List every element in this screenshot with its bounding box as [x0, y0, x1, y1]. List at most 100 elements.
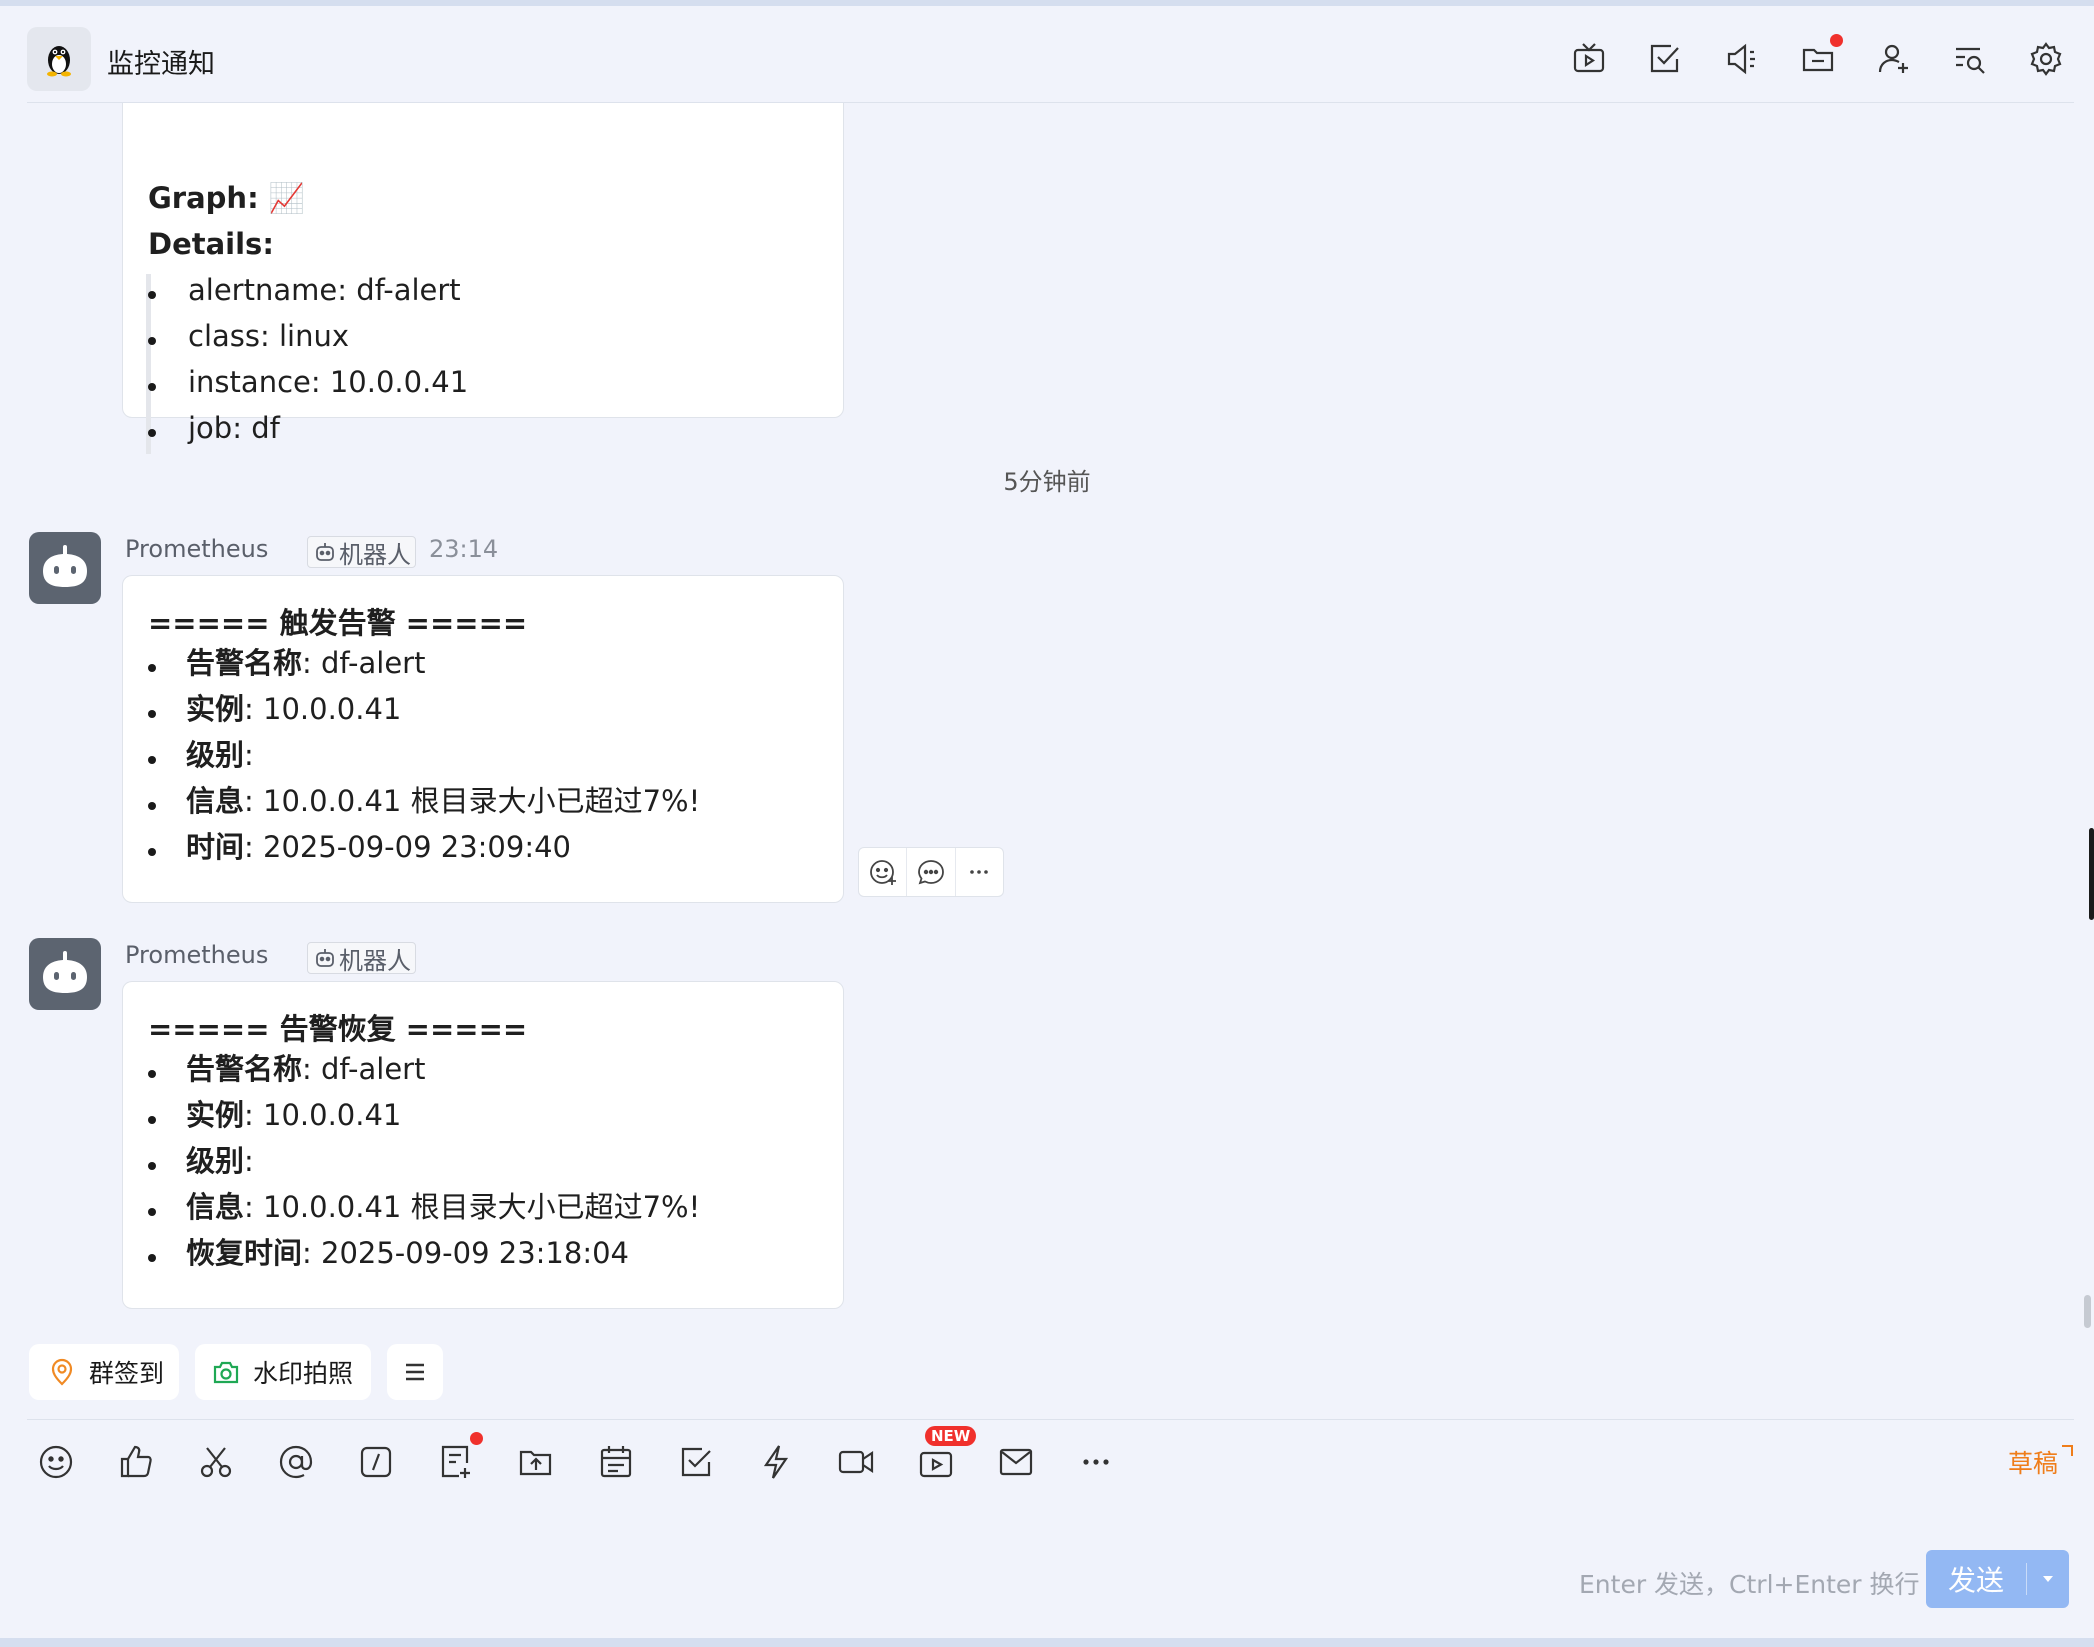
mention-icon[interactable] [276, 1442, 316, 1482]
location-pin-icon [51, 1358, 73, 1386]
bot-tag: 机器人 [307, 942, 416, 975]
bullet [148, 802, 156, 810]
chat-title: 监控通知 [107, 49, 215, 80]
toolbar-divider [27, 1419, 2074, 1420]
field-row: 信息: 10.0.0.41 根目录大小已超过7%! [186, 1188, 700, 1226]
details-label: Details: [148, 227, 274, 261]
detail-item: class: linux [188, 319, 350, 353]
field-key: 信息 [186, 1190, 245, 1224]
field-value: : 10.0.0.41 根目录大小已超过7%! [244, 784, 701, 818]
new-badge: NEW [925, 1426, 977, 1446]
emoji-icon[interactable] [36, 1442, 76, 1482]
bot-avatar[interactable] [29, 938, 101, 1010]
slash-command-icon[interactable] [356, 1442, 396, 1482]
folder-icon[interactable] [1799, 40, 1837, 78]
side-panel-handle[interactable] [2089, 828, 2094, 920]
draft-button[interactable]: 草稿 [2008, 1444, 2074, 1480]
detail-item: instance: 10.0.0.41 [188, 365, 469, 399]
field-key: 告警名称 [186, 1052, 303, 1086]
live-stream-icon[interactable] [916, 1442, 956, 1482]
live-icon[interactable] [1570, 40, 1608, 78]
more-tools-icon[interactable] [1076, 1442, 1116, 1482]
robot-tag-icon [316, 543, 334, 561]
new-doc-icon[interactable] [436, 1442, 476, 1482]
field-key: 告警名称 [186, 646, 303, 680]
field-key: 信息 [186, 784, 245, 818]
upload-file-icon[interactable] [516, 1442, 556, 1482]
announcement-icon[interactable] [1723, 40, 1761, 78]
message-card-firing[interactable]: ===== 触发告警 ===== 告警名称: df-alert 实例: 10.0… [122, 575, 844, 903]
watermark-photo-button[interactable]: 水印拍照 [195, 1344, 371, 1400]
bullet [148, 848, 156, 856]
bullet [148, 291, 156, 299]
add-member-icon[interactable] [1875, 40, 1913, 78]
detail-item: alertname: df-alert [188, 273, 461, 307]
camera-icon [213, 1361, 239, 1384]
sender-name[interactable]: Prometheus [125, 941, 268, 969]
reply-icon[interactable] [907, 848, 956, 896]
message-time: 23:14 [429, 535, 499, 563]
field-row: 级别: [186, 1142, 254, 1180]
search-history-icon[interactable] [1951, 40, 1989, 78]
message-card-resolved[interactable]: ===== 告警恢复 ===== 告警名称: df-alert 实例: 10.0… [122, 981, 844, 1309]
email-icon[interactable] [996, 1442, 1036, 1482]
video-call-icon[interactable] [836, 1442, 876, 1482]
lightning-icon[interactable] [756, 1442, 796, 1482]
field-key: 恢复时间 [186, 1236, 303, 1270]
bullet [148, 1162, 156, 1170]
bullet [148, 756, 156, 764]
checkin-label: 群签到 [89, 1359, 165, 1388]
field-value: : [244, 1144, 254, 1178]
message-heading: ===== 告警恢复 ===== [148, 1012, 528, 1046]
robot-tag-icon [316, 949, 334, 967]
blockquote-bar [146, 274, 151, 454]
watermark-photo-label: 水印拍照 [253, 1359, 354, 1388]
send-button[interactable]: 发送 [1926, 1550, 2069, 1608]
bullet [148, 664, 156, 672]
chart-emoji-icon: 📈 [268, 181, 305, 215]
draft-label: 草稿 [2008, 1449, 2059, 1478]
caret-down-icon [2043, 1576, 2053, 1582]
scrollbar-thumb[interactable] [2084, 1295, 2091, 1328]
more-actions-icon[interactable] [956, 848, 1003, 896]
robot-icon [43, 545, 87, 587]
field-row: 时间: 2025-09-09 23:09:40 [186, 828, 571, 866]
robot-icon [43, 951, 87, 993]
field-key: 实例 [186, 692, 245, 726]
field-value: : 10.0.0.41 根目录大小已超过7%! [244, 1190, 701, 1224]
menu-icon [406, 1363, 424, 1381]
checkin-button[interactable]: 群签到 [29, 1344, 179, 1400]
field-row: 级别: [186, 736, 254, 774]
thumbs-up-icon[interactable] [116, 1442, 156, 1482]
bot-avatar[interactable] [29, 532, 101, 604]
task-icon[interactable] [1646, 40, 1684, 78]
field-row: 实例: 10.0.0.41 [186, 690, 401, 728]
bullet [148, 429, 156, 437]
bullet [148, 383, 156, 391]
bot-tag: 机器人 [307, 536, 416, 569]
send-label: 发送 [1947, 1564, 2004, 1597]
message-list[interactable]: Graph: 📈 Details: alertname: df-alert cl… [0, 103, 2094, 1423]
field-value: : [244, 738, 254, 772]
scissors-icon[interactable] [196, 1442, 236, 1482]
add-reaction-icon[interactable] [859, 848, 908, 896]
todo-icon[interactable] [676, 1442, 716, 1482]
bullet [148, 1116, 156, 1124]
graph-row: Graph: 📈 [148, 179, 305, 217]
send-options-dropdown[interactable] [2027, 1574, 2069, 1584]
bullet [148, 1254, 156, 1262]
bullet [148, 337, 156, 345]
calendar-icon[interactable] [596, 1442, 636, 1482]
penguin-icon [47, 46, 71, 77]
expand-corner-icon [2062, 1445, 2074, 1456]
settings-icon[interactable] [2027, 40, 2065, 78]
field-row: 告警名称: df-alert [186, 644, 425, 682]
sender-name[interactable]: Prometheus [125, 535, 268, 563]
field-value: : 2025-09-09 23:18:04 [302, 1236, 630, 1270]
graph-label: Graph: [148, 181, 259, 215]
new-doc-notification-dot [470, 1432, 483, 1445]
field-key: 实例 [186, 1098, 245, 1132]
group-avatar[interactable] [27, 27, 91, 91]
quick-actions-menu-button[interactable] [387, 1344, 443, 1400]
field-value: : df-alert [302, 646, 426, 680]
